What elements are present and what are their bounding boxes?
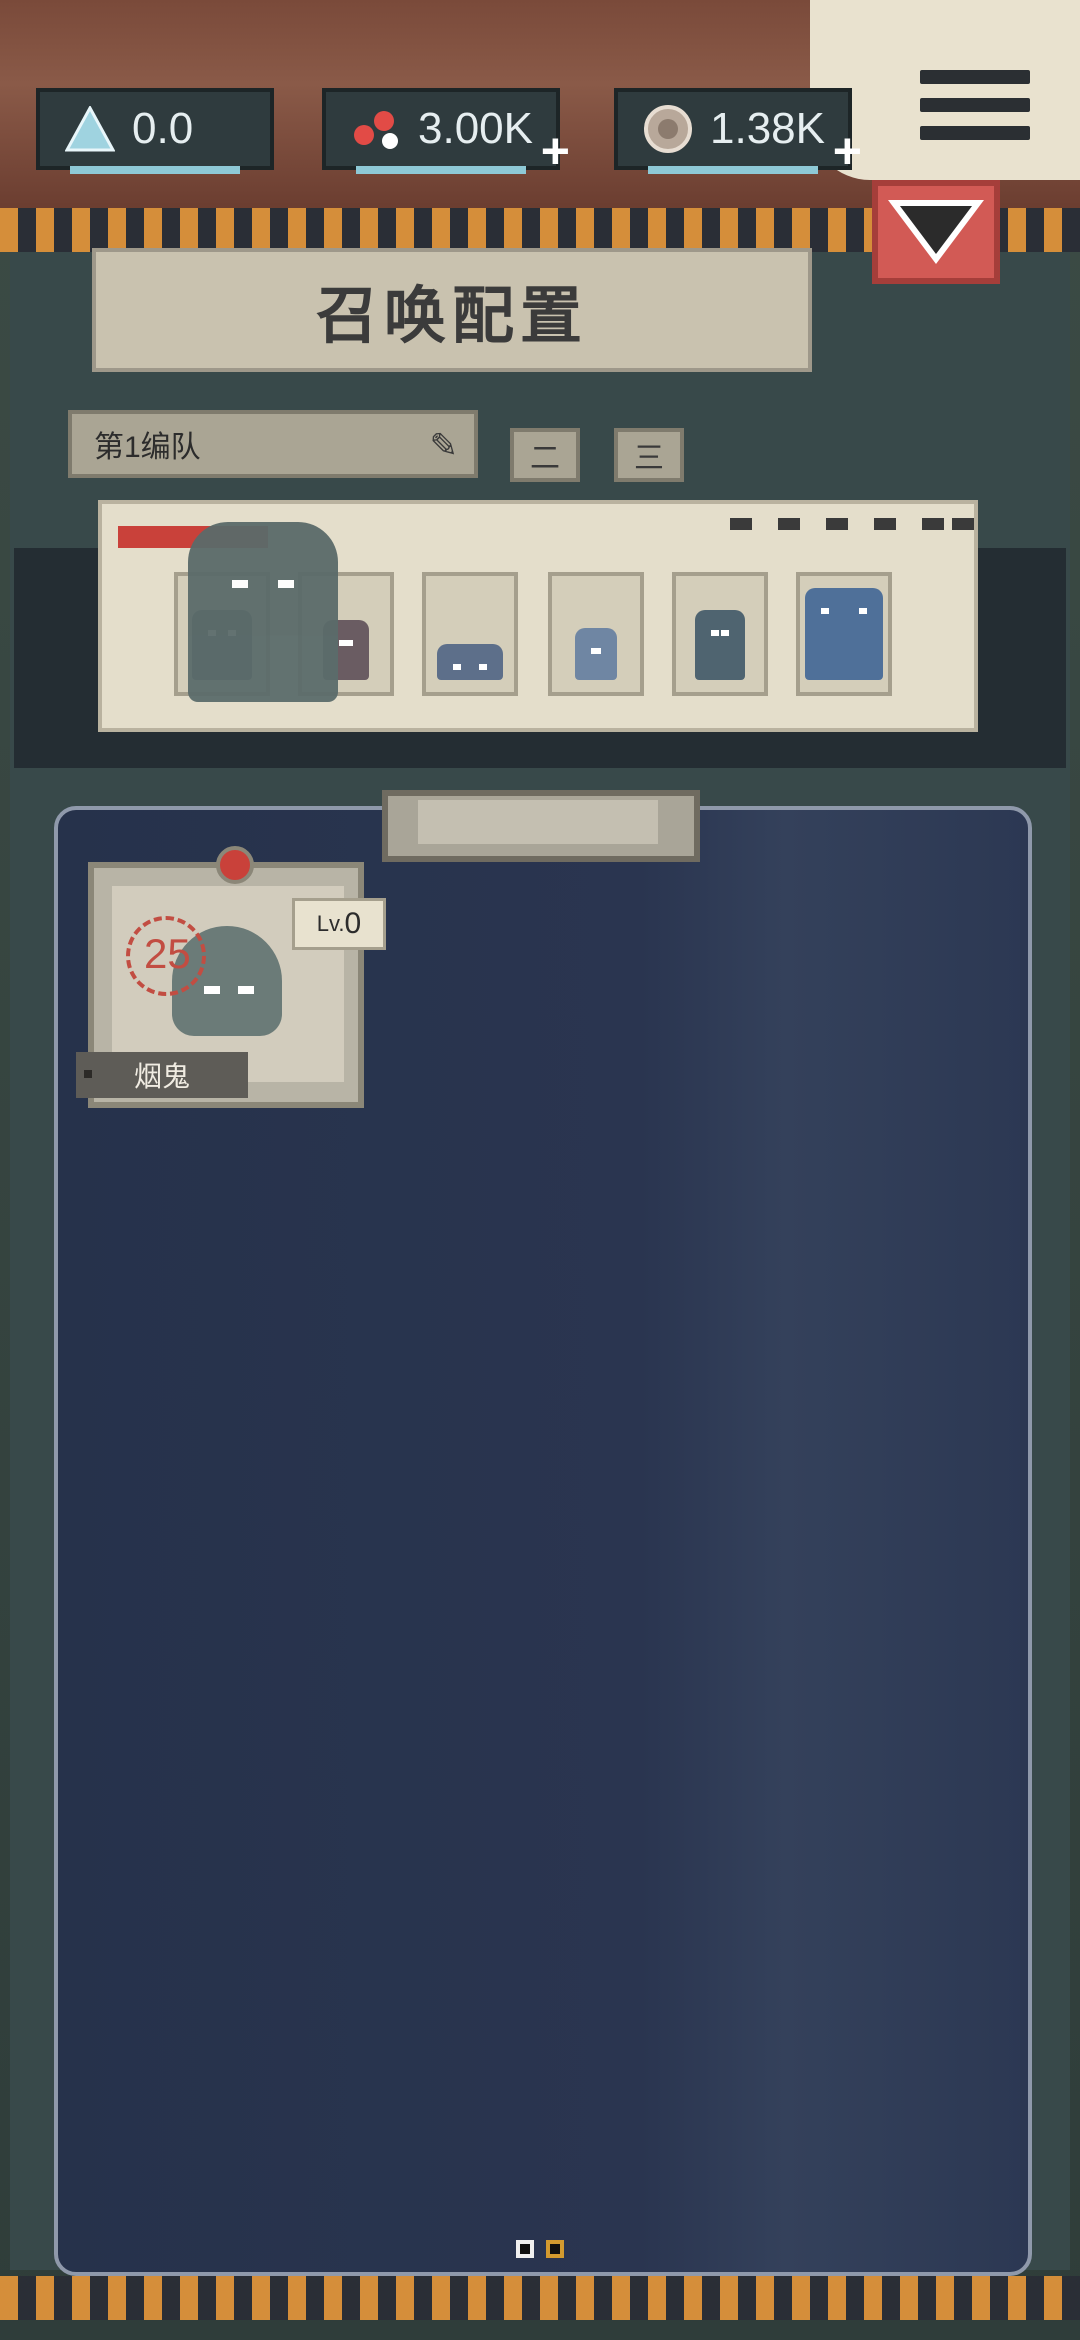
menu-button[interactable] xyxy=(920,70,1030,160)
resource-blood-value: 3.00K xyxy=(418,104,533,153)
team-tab-2[interactable]: 二 xyxy=(510,428,580,482)
add-coin-icon[interactable]: + xyxy=(833,122,862,180)
roster-slot[interactable] xyxy=(796,572,892,696)
resource-blood-bar xyxy=(356,166,526,174)
resource-coin-bar xyxy=(648,166,818,174)
team-selector[interactable]: 第1编队 ✎ xyxy=(68,410,478,478)
resource-blood[interactable]: 3.00K + xyxy=(322,88,570,179)
ghost-eye xyxy=(278,580,294,588)
level-value: 0 xyxy=(344,907,362,940)
clip-plate xyxy=(418,800,658,844)
tag-hole xyxy=(84,1070,92,1078)
menu-line xyxy=(920,70,1030,84)
page-title: 召唤配置 xyxy=(92,248,812,372)
summon-name-tag: 烟鬼 xyxy=(76,1052,248,1098)
summon-cost: 25 xyxy=(144,930,191,977)
team-tab-3[interactable]: 三 xyxy=(614,428,684,482)
resource-coin[interactable]: 1.38K + xyxy=(614,88,862,179)
team-label: 第1编队 xyxy=(94,431,201,464)
edit-icon[interactable]: ✎ xyxy=(430,426,459,466)
summon-sprite xyxy=(575,628,617,680)
roster-slot[interactable] xyxy=(672,572,768,696)
roster-slot[interactable] xyxy=(548,572,644,696)
ghost-eye xyxy=(232,580,248,588)
card-pin xyxy=(216,846,254,884)
menu-line xyxy=(920,98,1030,112)
page-indicator[interactable] xyxy=(546,2240,564,2258)
roster-dash xyxy=(922,518,944,530)
triangle-down-icon xyxy=(888,200,984,264)
level-badge: Lv. 0 xyxy=(292,898,386,950)
roster-dash xyxy=(778,518,800,530)
menu-line xyxy=(920,126,1030,140)
roster-dash xyxy=(952,518,974,530)
summon-sprite xyxy=(437,644,503,680)
summon-sprite xyxy=(805,588,883,680)
roster-slot[interactable] xyxy=(422,572,518,696)
blood-icon xyxy=(344,101,408,157)
roster-dash xyxy=(874,518,896,530)
page-indicator-current[interactable] xyxy=(516,2240,534,2258)
level-prefix: Lv. xyxy=(316,911,345,936)
summon-name: 烟鬼 xyxy=(133,1061,190,1092)
add-blood-icon[interactable]: + xyxy=(541,122,570,180)
resource-coin-value: 1.38K xyxy=(710,104,825,153)
smoke-ghost-sprite xyxy=(188,522,338,702)
resource-crystal: 0.0 xyxy=(36,88,274,174)
portrait-eye xyxy=(238,986,254,994)
roster-dash xyxy=(730,518,752,530)
collapse-button[interactable] xyxy=(872,180,1000,284)
summon-sprite xyxy=(695,610,745,680)
portrait-eye xyxy=(204,986,220,994)
crystal-icon xyxy=(58,101,122,157)
resource-crystal-bar xyxy=(70,166,240,174)
clipboard-clip xyxy=(382,790,700,862)
coin-icon xyxy=(636,101,700,157)
roster-dash xyxy=(826,518,848,530)
resource-crystal-value: 0.0 xyxy=(132,104,194,153)
panel-bottom-stripe xyxy=(0,2276,1080,2320)
